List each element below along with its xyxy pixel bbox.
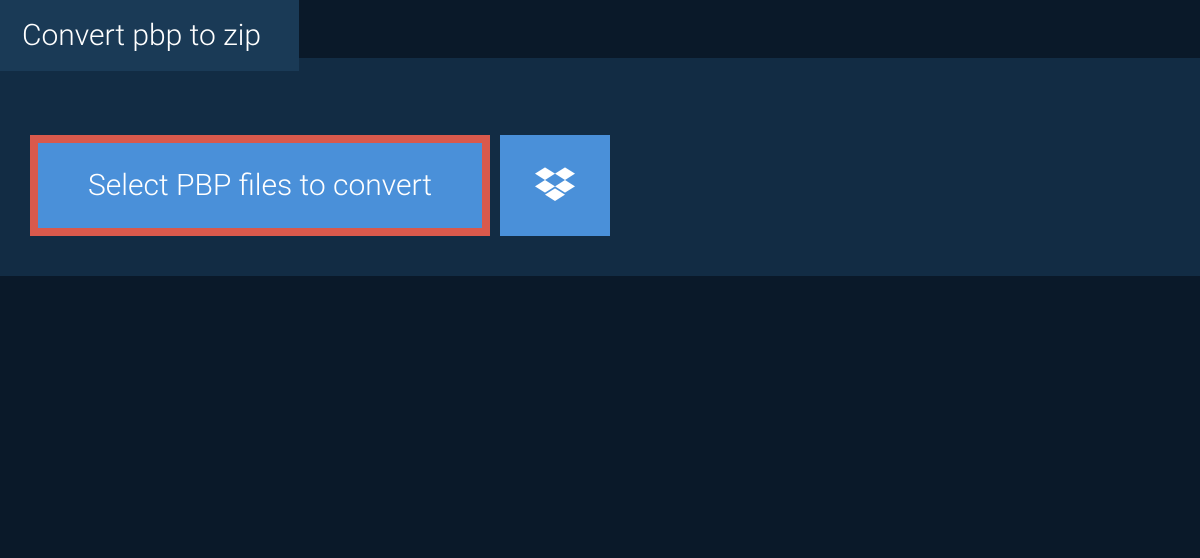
select-files-button[interactable]: Select PBP files to convert — [30, 135, 490, 236]
button-row: Select PBP files to convert — [30, 135, 1200, 236]
tab-title: Convert pbp to zip — [22, 18, 261, 53]
dropbox-icon — [535, 164, 575, 208]
converter-panel: Convert pbp to zip Select PBP files to c… — [0, 58, 1200, 276]
tab-convert[interactable]: Convert pbp to zip — [0, 0, 299, 71]
dropbox-button[interactable] — [500, 135, 610, 236]
select-files-label: Select PBP files to convert — [88, 168, 432, 203]
